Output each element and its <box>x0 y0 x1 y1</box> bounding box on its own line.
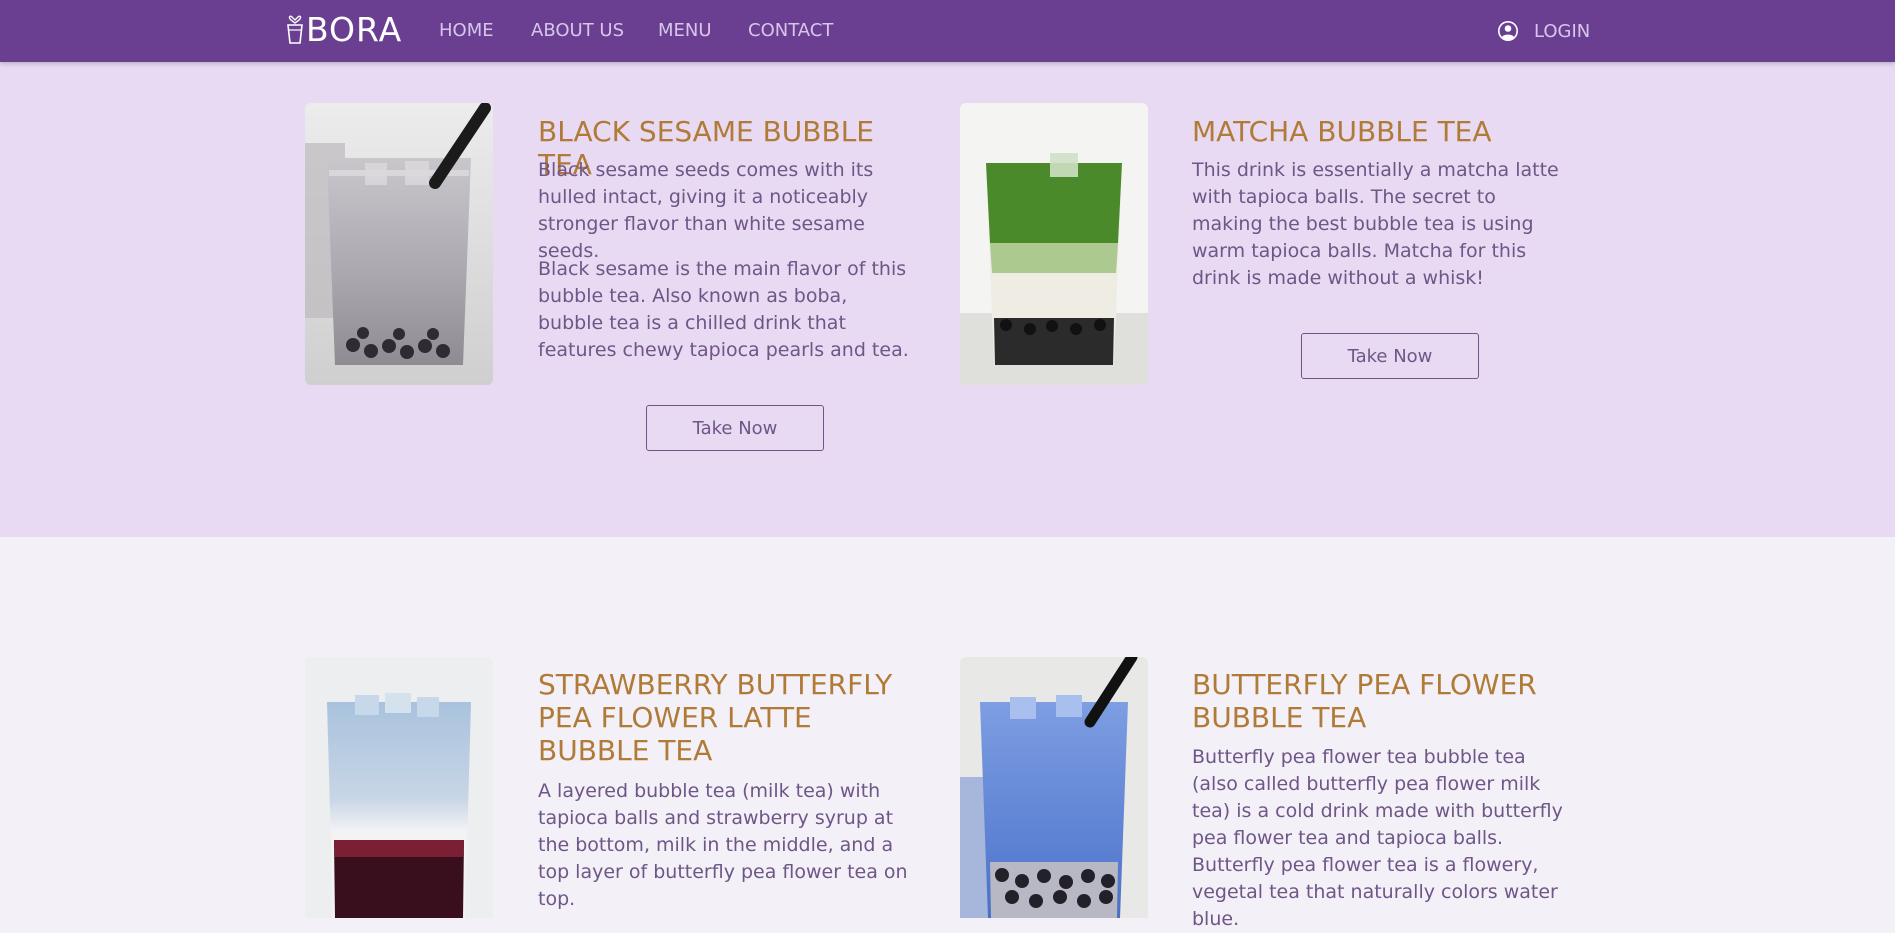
brand-name: BORA <box>306 10 403 49</box>
product-title: STRAWBERRY BUTTERFLY PEA FLOWER LATTE BU… <box>538 668 893 767</box>
product-description: Black sesame seeds comes with its hulled… <box>538 159 874 262</box>
login-label: LOGIN <box>1534 20 1591 42</box>
take-now-button[interactable]: Take Now <box>646 405 824 451</box>
product-title: BUTTERFLY PEA FLOWER BUBBLE TEA <box>1192 668 1537 734</box>
nav-menu[interactable]: MENU <box>658 20 712 42</box>
brand-logo[interactable]: BORA <box>286 12 402 48</box>
take-now-button[interactable]: Take Now <box>1301 333 1479 379</box>
more-products-section <box>0 537 1895 918</box>
navbar: BORA HOME ABOUT US MENU CONTACT LOGIN <box>0 0 1895 62</box>
product-description: Black sesame is the main flavor of this … <box>538 258 909 361</box>
product-description: This drink is essentially a matcha latte… <box>1192 159 1559 289</box>
product-description: Butterfly pea flower tea bubble tea (als… <box>1192 746 1563 930</box>
nav-about-us[interactable]: ABOUT US <box>531 20 624 42</box>
matcha-tea-image <box>960 103 1148 385</box>
featured-products-section <box>0 62 1895 537</box>
product-description: A layered bubble tea (milk tea) with tap… <box>538 780 908 910</box>
butterfly-pea-tea-image <box>960 657 1148 918</box>
user-circle-icon <box>1498 21 1518 41</box>
black-sesame-tea-image <box>305 103 493 385</box>
strawberry-butterfly-pea-tea-image <box>305 657 493 918</box>
product-title: MATCHA BUBBLE TEA <box>1192 115 1492 148</box>
login-button[interactable]: LOGIN <box>1496 19 1590 43</box>
nav-home[interactable]: HOME <box>439 20 494 42</box>
cup-logo-icon <box>287 15 303 44</box>
nav-contact[interactable]: CONTACT <box>748 20 833 42</box>
